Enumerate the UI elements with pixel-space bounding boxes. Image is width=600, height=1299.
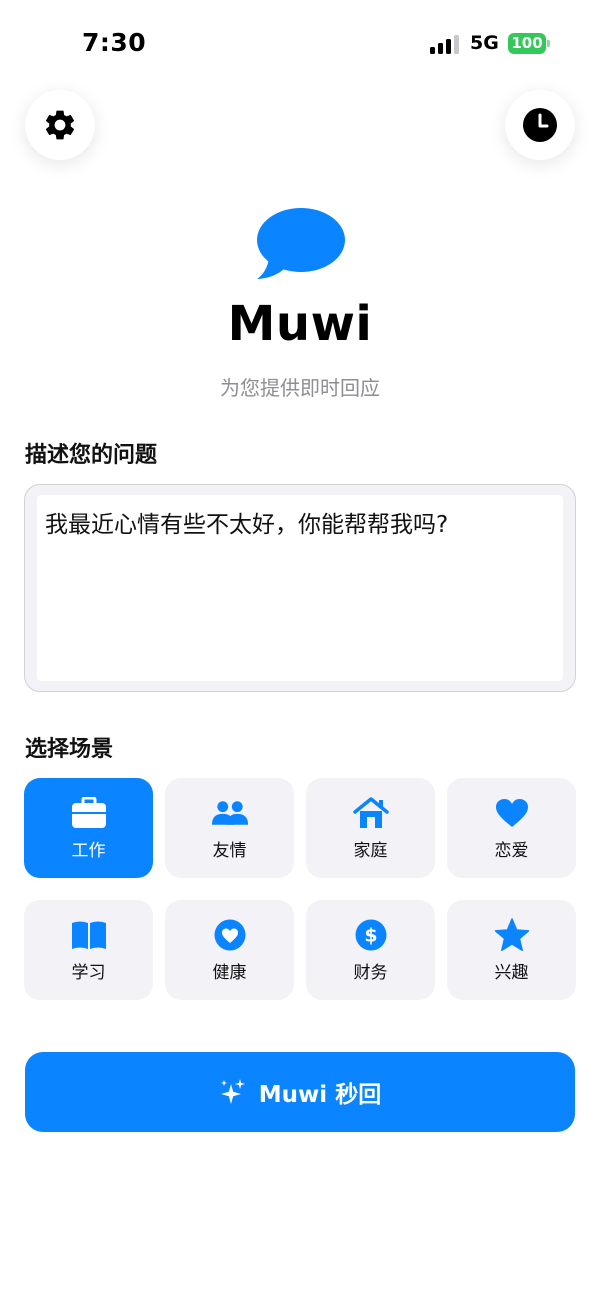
- scene-tile-hobby[interactable]: 兴趣: [447, 900, 576, 1000]
- scene-label-family: 家庭: [353, 840, 388, 861]
- heart-circle-icon: [214, 919, 245, 950]
- briefcase-icon: [71, 796, 106, 828]
- book-icon: [71, 921, 106, 949]
- app-screen: 7:30 5G 100 Muwi 为您提供即时回应 描述您的问题 我最近心情有些…: [0, 0, 600, 1299]
- gear-icon: [45, 110, 75, 140]
- house-icon: [352, 796, 389, 828]
- scene-label-hobby: 兴趣: [494, 962, 529, 983]
- muwi-reply-button[interactable]: Muwi 秒回: [25, 1052, 575, 1132]
- scene-label-work: 工作: [71, 840, 106, 861]
- status-bar: 7:30 5G 100: [0, 0, 600, 80]
- scene-label-finance: 财务: [353, 962, 388, 983]
- scene-tile-study[interactable]: 学习: [24, 900, 153, 1000]
- settings-button[interactable]: [25, 90, 95, 160]
- clock-icon: [523, 108, 557, 142]
- app-title: Muwi: [227, 296, 373, 352]
- scene-label-health: 健康: [212, 962, 247, 983]
- sparkles-icon: [220, 1079, 245, 1104]
- scene-tile-romance[interactable]: 恋爱: [447, 778, 576, 878]
- scene-tile-work[interactable]: 工作: [24, 778, 153, 878]
- battery-icon: 100: [508, 33, 546, 54]
- scene-grid: 工作 友情 家庭 恋爱 学习 健康 $ 财务 兴趣: [24, 778, 576, 1002]
- network-label: 5G: [470, 32, 499, 54]
- scene-label-study: 学习: [71, 962, 106, 983]
- signal-icon: [430, 35, 459, 54]
- app-subtitle: 为您提供即时回应: [220, 376, 380, 400]
- star-icon: [494, 917, 529, 951]
- people-icon: [211, 800, 248, 825]
- muwi-reply-label: Muwi 秒回: [258, 1082, 382, 1108]
- question-text[interactable]: 我最近心情有些不太好，你能帮帮我吗?: [37, 495, 563, 681]
- scene-tile-friendship[interactable]: 友情: [165, 778, 294, 878]
- svg-text:$: $: [364, 924, 377, 946]
- scene-label: 选择场景: [25, 737, 114, 762]
- question-label: 描述您的问题: [25, 443, 158, 468]
- battery-tip: [547, 40, 550, 47]
- scene-label-friendship: 友情: [212, 840, 247, 861]
- chat-bubble-icon: [257, 208, 345, 279]
- scene-tile-health[interactable]: 健康: [165, 900, 294, 1000]
- status-time: 7:30: [82, 28, 147, 57]
- heart-icon: [495, 798, 528, 827]
- dollar-circle-icon: $: [355, 919, 386, 950]
- history-button[interactable]: [505, 90, 575, 160]
- scene-tile-family[interactable]: 家庭: [306, 778, 435, 878]
- scene-tile-finance[interactable]: $ 财务: [306, 900, 435, 1000]
- scene-label-romance: 恋爱: [494, 840, 529, 861]
- question-textarea[interactable]: 我最近心情有些不太好，你能帮帮我吗?: [24, 484, 576, 692]
